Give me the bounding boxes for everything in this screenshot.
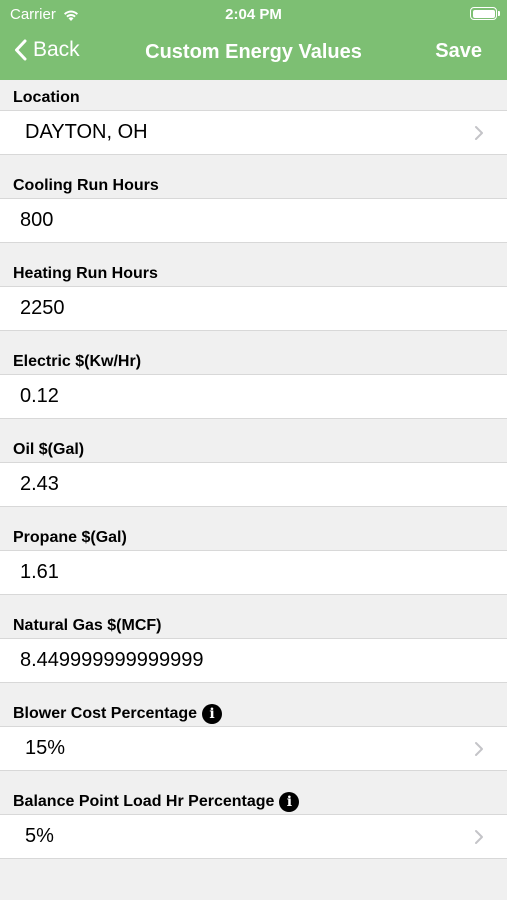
field-label: Natural Gas $(MCF): [0, 608, 507, 638]
natural-gas-cost-field: Natural Gas $(MCF) 8.449999999999999: [0, 608, 507, 696]
cooling-run-hours-field: Cooling Run Hours 800: [0, 168, 507, 256]
battery-icon: [470, 7, 500, 20]
field-label: Propane $(Gal): [0, 520, 507, 550]
field-label: Electric $(Kw/Hr): [0, 344, 507, 374]
field-label: Heating Run Hours: [0, 256, 507, 286]
save-button[interactable]: Save: [435, 40, 482, 63]
info-icon[interactable]: i: [202, 704, 223, 724]
propane-cost-value: 1.61: [20, 561, 59, 583]
field-label: Cooling Run Hours: [0, 168, 507, 198]
electric-cost-input[interactable]: 0.12: [0, 374, 507, 419]
blower-cost-percentage-field: Blower Cost Percentage i 15%: [0, 696, 507, 784]
location-field: Location DAYTON, OH: [0, 80, 507, 168]
cooling-run-hours-input[interactable]: 800: [0, 198, 507, 243]
cooling-run-hours-value: 800: [20, 209, 54, 231]
field-label: Oil $(Gal): [0, 432, 507, 462]
status-bar: Carrier 2:04 PM: [0, 0, 507, 28]
info-icon[interactable]: i: [279, 792, 300, 812]
electric-cost-field: Electric $(Kw/Hr) 0.12: [0, 344, 507, 432]
header: Carrier 2:04 PM Back Custom Energy Value…: [0, 0, 507, 80]
blower-cost-percentage-select[interactable]: 15%: [0, 726, 507, 771]
field-label: Blower Cost Percentage i: [0, 696, 507, 726]
propane-cost-label: Propane $(Gal): [13, 529, 127, 546]
location-label: Location: [13, 89, 80, 106]
natural-gas-cost-value: 8.449999999999999: [20, 649, 204, 671]
location-value: DAYTON, OH: [25, 121, 148, 143]
cooling-run-hours-label: Cooling Run Hours: [13, 177, 159, 194]
oil-cost-label: Oil $(Gal): [13, 441, 85, 458]
propane-cost-input[interactable]: 1.61: [0, 550, 507, 595]
electric-cost-label: Electric $(Kw/Hr): [13, 353, 142, 370]
oil-cost-value: 2.43: [20, 473, 59, 495]
status-time: 2:04 PM: [225, 6, 282, 23]
balance-point-percentage-select[interactable]: 5%: [0, 814, 507, 859]
heating-run-hours-value: 2250: [20, 297, 65, 319]
oil-cost-field: Oil $(Gal) 2.43: [0, 432, 507, 520]
page-title: Custom Energy Values: [145, 41, 362, 63]
heating-run-hours-field: Heating Run Hours 2250: [0, 256, 507, 344]
balance-point-percentage-field: Balance Point Load Hr Percentage i 5%: [0, 784, 507, 872]
chevron-right-icon: [475, 125, 483, 140]
field-label: Balance Point Load Hr Percentage i: [0, 784, 507, 814]
heating-run-hours-input[interactable]: 2250: [0, 286, 507, 331]
natural-gas-cost-label: Natural Gas $(MCF): [13, 617, 162, 634]
balance-point-percentage-value: 5%: [25, 825, 54, 847]
chevron-right-icon: [475, 829, 483, 844]
field-label: Location: [0, 80, 507, 110]
heating-run-hours-label: Heating Run Hours: [13, 265, 158, 282]
propane-cost-field: Propane $(Gal) 1.61: [0, 520, 507, 608]
electric-cost-value: 0.12: [20, 385, 59, 407]
nav-bar: Back Custom Energy Values Save: [0, 28, 507, 80]
blower-cost-percentage-value: 15%: [25, 737, 66, 759]
balance-point-percentage-label: Balance Point Load Hr Percentage: [13, 793, 275, 810]
oil-cost-input[interactable]: 2.43: [0, 462, 507, 507]
chevron-right-icon: [475, 741, 483, 756]
blower-cost-percentage-label: Blower Cost Percentage: [13, 705, 198, 722]
natural-gas-cost-input[interactable]: 8.449999999999999: [0, 638, 507, 683]
form: Location DAYTON, OH Cooling Run Hours 80…: [0, 80, 507, 872]
location-select[interactable]: DAYTON, OH: [0, 110, 507, 155]
